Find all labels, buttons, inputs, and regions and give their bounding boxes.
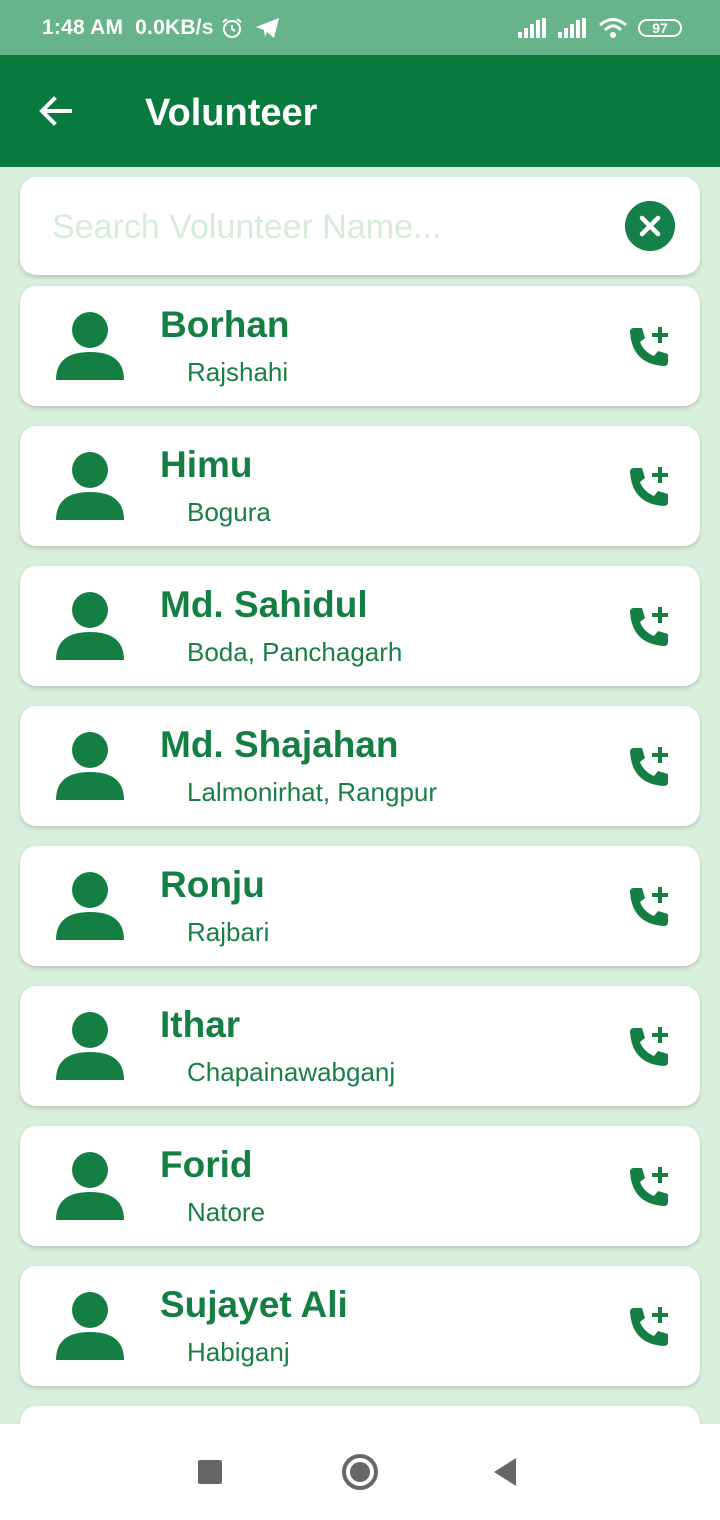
add-call-icon[interactable]	[626, 884, 672, 930]
person-icon	[56, 312, 124, 380]
arrow-back-icon[interactable]	[36, 91, 76, 131]
signal-icon	[558, 17, 586, 38]
status-time: 1:48 AM	[42, 15, 124, 39]
volunteer-card[interactable]: Md. Sahidul Boda, Panchagarh	[20, 566, 700, 686]
add-call-icon[interactable]	[626, 1304, 672, 1350]
volunteer-name: Md. Shajahan	[160, 724, 399, 765]
search-box	[20, 177, 700, 275]
volunteer-location: Rajshahi	[187, 357, 289, 387]
battery-level: 97	[652, 19, 668, 36]
volunteer-card[interactable]: Ronju Rajbari	[20, 846, 700, 966]
volunteer-name: Borhan	[160, 304, 290, 345]
volunteer-name: Ithar	[160, 1004, 241, 1045]
volunteer-name: Himu	[160, 444, 253, 485]
volunteer-list-area[interactable]: Borhan Rajshahi Himu Bogura Md. Sahidul Boda,…	[0, 167, 720, 1424]
signal-icon	[518, 17, 546, 38]
telegram-icon	[255, 17, 279, 38]
person-icon	[56, 732, 124, 800]
volunteer-name: Ronju	[160, 864, 265, 905]
close-circle-icon[interactable]	[625, 201, 675, 251]
person-icon	[56, 452, 124, 520]
volunteer-name: Md. Sahidul	[160, 584, 368, 625]
volunteer-location: Lalmonirhat, Rangpur	[187, 777, 438, 807]
page-title: Volunteer	[145, 92, 318, 134]
status-net-speed: 0.0KB/s	[135, 15, 214, 39]
volunteer-card[interactable]: Md. Shajahan Lalmonirhat, Rangpur	[20, 706, 700, 826]
add-call-icon[interactable]	[626, 464, 672, 510]
volunteer-location: Rajbari	[187, 917, 270, 947]
app-bar: Volunteer	[0, 55, 720, 167]
person-icon	[56, 1012, 124, 1080]
volunteer-card[interactable]	[20, 1406, 700, 1424]
person-icon	[56, 1152, 124, 1220]
person-icon	[56, 872, 124, 940]
volunteer-card[interactable]: Himu Bogura	[20, 426, 700, 546]
status-bar: 1:48 AM 0.0KB/s 97	[0, 0, 720, 55]
volunteer-location: Habiganj	[187, 1337, 290, 1367]
add-call-icon[interactable]	[626, 604, 672, 650]
volunteer-location: Chapainawabganj	[187, 1057, 396, 1087]
volunteer-card[interactable]: Sujayet Ali Habiganj	[20, 1266, 700, 1386]
back-triangle-icon[interactable]	[494, 1458, 518, 1486]
home-circle-icon[interactable]	[340, 1452, 380, 1492]
add-call-icon[interactable]	[626, 1024, 672, 1070]
volunteer-card[interactable]: Borhan Rajshahi	[20, 286, 700, 406]
recents-square-icon[interactable]	[198, 1460, 222, 1484]
alarm-icon	[222, 17, 242, 38]
volunteer-name: Forid	[160, 1144, 253, 1185]
search-input[interactable]	[50, 199, 614, 255]
person-icon	[56, 1292, 124, 1360]
volunteer-card[interactable]: Forid Natore	[20, 1126, 700, 1246]
volunteer-location: Bogura	[187, 497, 271, 527]
add-call-icon[interactable]	[626, 1164, 672, 1210]
volunteer-location: Boda, Panchagarh	[187, 637, 403, 667]
navigation-bar	[0, 1424, 720, 1520]
volunteer-name: Sujayet Ali	[160, 1284, 348, 1325]
person-icon	[56, 592, 124, 660]
volunteer-card[interactable]: Ithar Chapainawabganj	[20, 986, 700, 1106]
battery-icon: 97	[638, 18, 682, 37]
wifi-icon	[599, 17, 627, 38]
volunteer-location: Natore	[187, 1197, 266, 1227]
add-call-icon[interactable]	[626, 324, 672, 370]
add-call-icon[interactable]	[626, 744, 672, 790]
